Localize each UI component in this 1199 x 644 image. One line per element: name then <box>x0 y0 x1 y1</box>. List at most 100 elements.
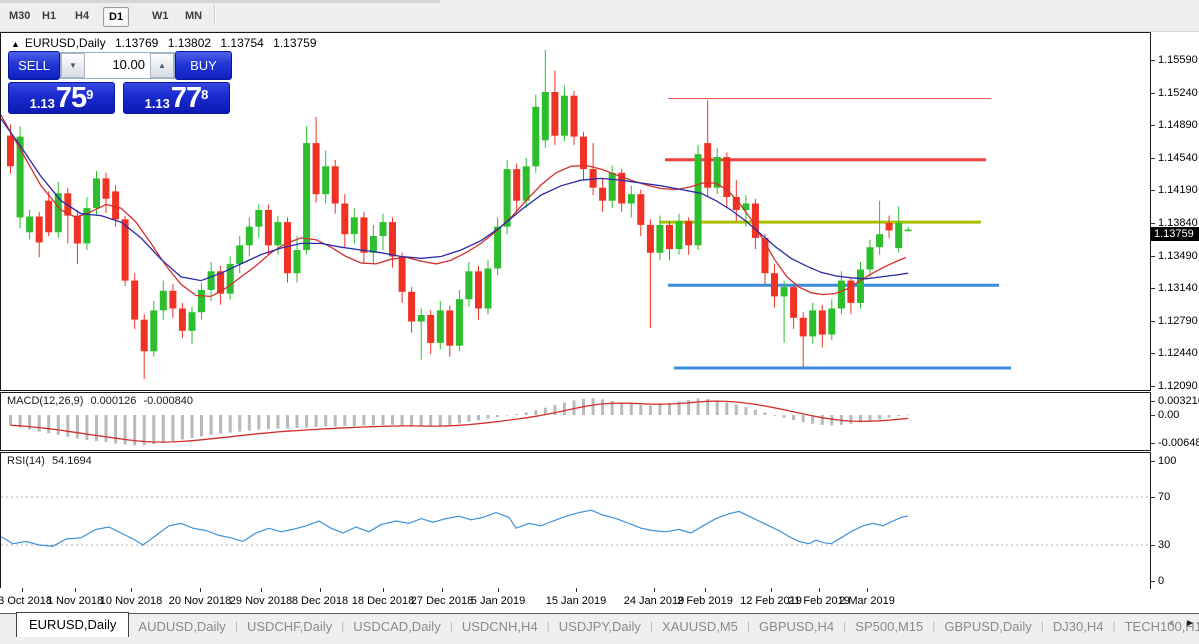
rsi-indicator-panel: RSI(14) 54.1694 <box>0 452 1151 589</box>
period-button-m30[interactable]: M30 <box>4 7 35 25</box>
toolbar-separator <box>214 5 216 26</box>
period-button-h4[interactable]: H4 <box>70 7 94 25</box>
macd-axis-label: 0.00 <box>1158 409 1180 421</box>
chart-symbol-title: EURUSD,Daily <box>24 36 106 50</box>
chart-tab-usdcad-daily[interactable]: USDCAD,Daily <box>344 617 449 636</box>
price-axis-label-tick <box>1150 386 1155 387</box>
price-axis-label: 1.12090 <box>1158 380 1198 392</box>
chart-header: ▲ EURUSD,Daily 1.13769 1.13802 1.13754 1.… <box>11 36 323 50</box>
macd-value: 0.000126 <box>90 395 137 407</box>
macd-axis-label-tick <box>1150 415 1155 416</box>
sell-price-prefix: 1.13 <box>29 96 55 111</box>
scroll-left-icon[interactable]: ◄ <box>1165 618 1175 629</box>
price-axis-label-tick <box>1150 158 1155 159</box>
price-axis-label: 1.14890 <box>1158 119 1198 131</box>
ohlc-open: 1.13769 <box>114 36 159 50</box>
chart-tab-usdcnh-h4[interactable]: USDCNH,H4 <box>453 617 547 636</box>
price-axis-label: 1.15590 <box>1158 54 1198 66</box>
current-price-label: 1.13759 <box>1151 227 1199 241</box>
date-tick <box>771 588 772 592</box>
date-tick <box>867 588 868 592</box>
date-axis-label: 8 Dec 2018 <box>291 595 349 607</box>
rsi-axis-label: 30 <box>1158 539 1171 551</box>
price-axis-label-tick <box>1150 256 1155 257</box>
sell-price-pip: 9 <box>86 87 94 102</box>
date-axis-label: 15 Jan 2019 <box>545 595 607 607</box>
buy-price-prefix: 1.13 <box>144 96 170 111</box>
sell-price-big: 75 <box>55 82 87 114</box>
date-axis-label: 20 Nov 2018 <box>168 595 232 607</box>
rsi-value: 54.1694 <box>51 455 92 467</box>
macd-indicator-panel: MACD(12,26,9) 0.000126 -0.000840 <box>0 392 1151 451</box>
price-axis-label: 1.14540 <box>1158 152 1198 164</box>
rsi-name: RSI(14) <box>7 455 45 467</box>
date-axis-label: 24 Jan 2019 <box>623 595 685 607</box>
sell-button[interactable]: SELL <box>8 51 60 80</box>
main-chart-panel: ▲ EURUSD,Daily 1.13769 1.13802 1.13754 1.… <box>0 32 1151 391</box>
buy-price-button[interactable]: 1.13 77 8 <box>123 82 230 114</box>
toolbar-edge-strip <box>0 0 440 3</box>
period-button-mn[interactable]: MN <box>180 7 207 25</box>
date-axis-label: 23 Oct 2018 <box>0 595 52 607</box>
macd-axis-label: -0.006485 <box>1158 437 1199 449</box>
period-button-w1[interactable]: W1 <box>147 7 174 25</box>
volume-spinner: ▼ 10.00 ▲ <box>60 52 175 79</box>
rsi-axis-label-tick <box>1150 461 1155 462</box>
price-axis-label-tick <box>1150 223 1155 224</box>
price-axis-label: 1.12790 <box>1158 315 1198 327</box>
date-tick <box>22 588 23 592</box>
chart-tab-gbpusd-daily[interactable]: GBPUSD,Daily <box>935 617 1040 636</box>
chart-tab-dj30-h4[interactable]: DJ30,H4 <box>1044 617 1113 636</box>
macd-name: MACD(12,26,9) <box>7 395 84 407</box>
chart-tab-xauusd-m5[interactable]: XAUUSD,M5 <box>653 617 747 636</box>
chart-tab-audusd-daily[interactable]: AUDUSD,Daily <box>129 617 234 636</box>
price-axis-label: 1.13140 <box>1158 282 1198 294</box>
date-axis: 23 Oct 20181 Nov 201810 Nov 2018 20 Nov 2… <box>0 588 1150 613</box>
price-axis-label-tick <box>1150 288 1155 289</box>
date-tick <box>131 588 132 592</box>
sell-price-button[interactable]: 1.13 75 9 <box>8 82 115 114</box>
period-button-h1[interactable]: H1 <box>37 7 61 25</box>
tab-scroll-controls: ◄ ► <box>1165 618 1195 629</box>
date-tick <box>705 588 706 592</box>
rsi-axis-label: 0 <box>1158 575 1165 587</box>
date-tick <box>261 588 262 592</box>
macd-axis-label-tick <box>1150 401 1155 402</box>
chart-tab-usdchf-daily[interactable]: USDCHF,Daily <box>238 617 341 636</box>
date-tick <box>819 588 820 592</box>
rsi-axis-label-tick <box>1150 497 1155 498</box>
ohlc-close: 1.13759 <box>273 36 317 50</box>
volume-input[interactable]: 10.00 <box>85 53 150 78</box>
price-axis-label-tick <box>1150 93 1155 94</box>
period-button-d1[interactable]: D1 <box>103 7 130 27</box>
date-axis-label: 18 Dec 2018 <box>351 595 415 607</box>
price-axis-label-tick <box>1150 60 1155 61</box>
rsi-label: RSI(14) 54.1694 <box>7 455 96 467</box>
chart-tab-gbpusd-h4[interactable]: GBPUSD,H4 <box>750 617 843 636</box>
chart-tabs: EURUSD,Daily AUDUSD,Daily | USDCHF,Daily | US… <box>16 611 1199 638</box>
rsi-axis-label-tick <box>1150 545 1155 546</box>
collapse-triangle-icon[interactable]: ▲ <box>11 39 20 49</box>
price-axis-label: 1.13490 <box>1158 250 1198 262</box>
rsi-chart <box>1 496 1148 547</box>
macd-signal-value: -0.000840 <box>143 395 193 407</box>
scroll-right-icon[interactable]: ► <box>1185 618 1195 629</box>
macd-axis-label: 0.003216 <box>1158 395 1199 407</box>
price-axis-label: 1.14190 <box>1158 184 1198 196</box>
timeframe-toolbar: M30 H1 H4 D1 W1 MN <box>0 0 1199 32</box>
rsi-axis-label: 70 <box>1158 491 1171 503</box>
date-tick <box>200 588 201 592</box>
chart-tab-eurusd-daily[interactable]: EURUSD,Daily <box>16 611 130 637</box>
chart-tab-usdjpy-daily[interactable]: USDJPY,Daily <box>550 617 650 636</box>
buy-button[interactable]: BUY <box>175 51 232 80</box>
price-axis-label-tick <box>1150 125 1155 126</box>
date-axis-label: 1 Nov 2018 <box>46 595 104 607</box>
ohlc-high: 1.13802 <box>167 36 212 50</box>
date-tick <box>75 588 76 592</box>
volume-decrease-button[interactable]: ▼ <box>61 53 85 78</box>
chart-tab-sp500-m15[interactable]: SP500,M15 <box>846 617 932 636</box>
date-axis-label: 29 Nov 2018 <box>229 595 293 607</box>
price-axis-label-tick <box>1150 321 1155 322</box>
date-axis-label: 10 Nov 2018 <box>99 595 163 607</box>
volume-increase-button[interactable]: ▲ <box>150 53 174 78</box>
